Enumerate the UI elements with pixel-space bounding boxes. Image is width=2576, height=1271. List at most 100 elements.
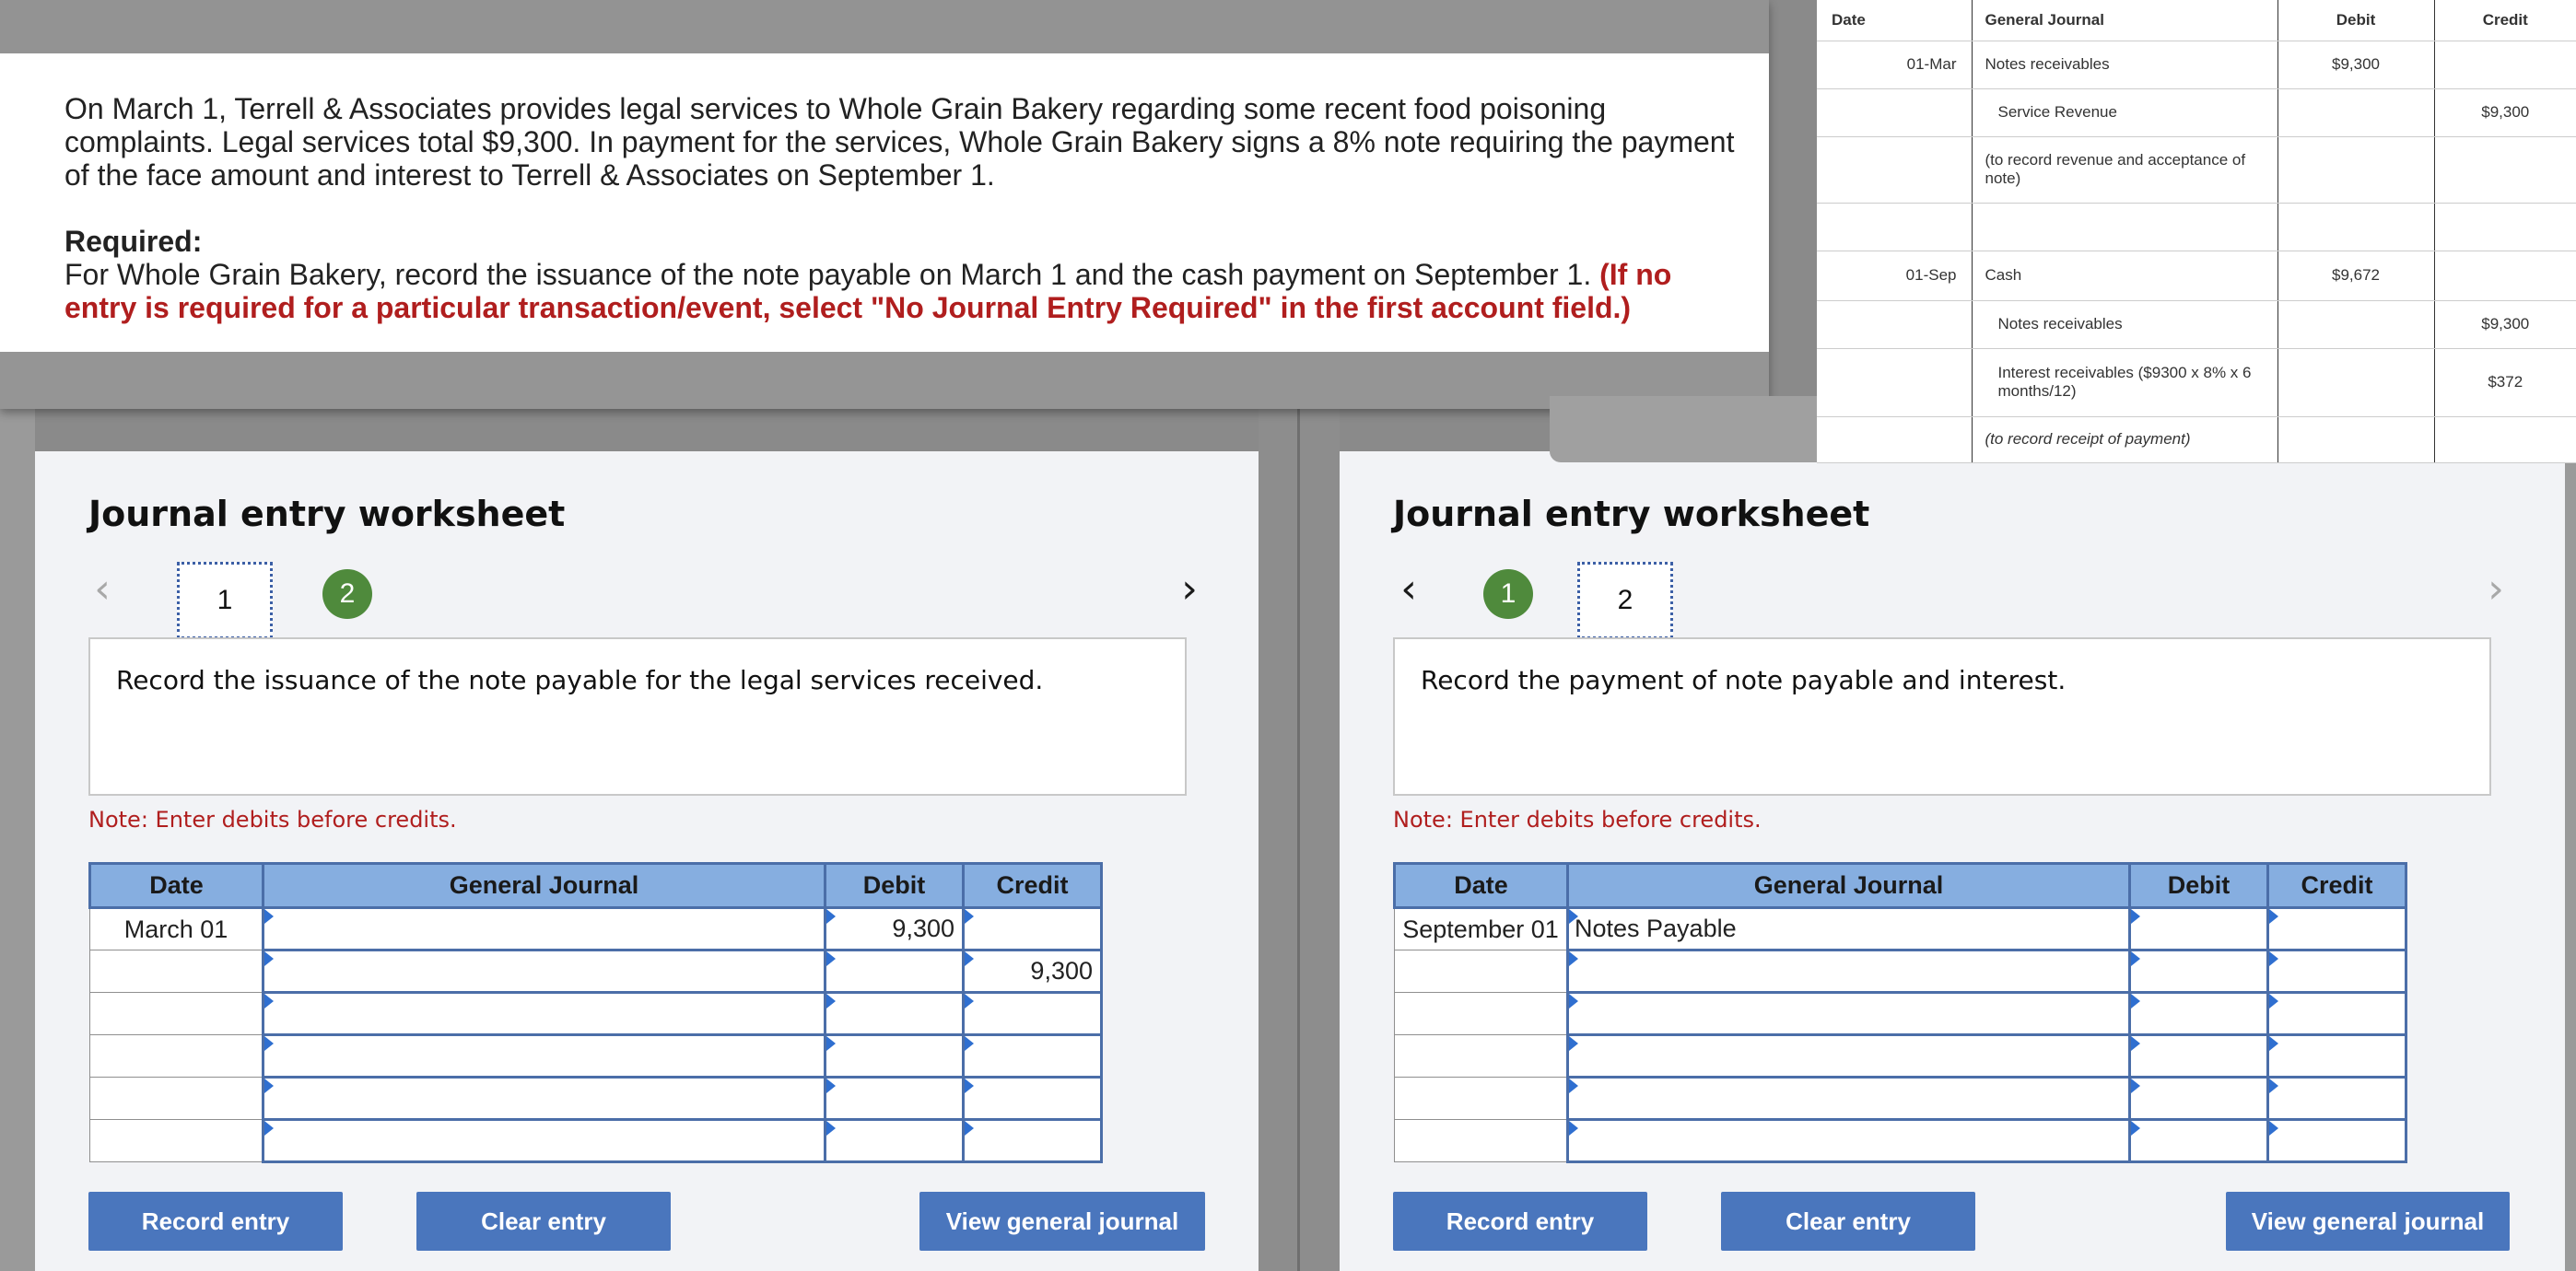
credit-input[interactable] <box>2266 906 2407 951</box>
gj-debit <box>2277 416 2435 463</box>
credit-input[interactable] <box>962 1118 1103 1163</box>
date-cell[interactable] <box>1394 1034 1568 1078</box>
date-cell[interactable] <box>89 1119 263 1162</box>
panel-divider <box>1297 405 1300 1271</box>
credit-input[interactable] <box>2266 949 2407 994</box>
gj-row: Notes receivables $9,300 <box>1817 300 2576 349</box>
date-cell[interactable] <box>89 950 263 993</box>
column-header-debit: Debit <box>2128 862 2269 909</box>
credit-input[interactable] <box>2266 1033 2407 1079</box>
gj-credit: $9,300 <box>2434 88 2576 137</box>
chevron-left-icon[interactable]: ‹ <box>87 562 118 617</box>
debit-input[interactable] <box>824 1033 965 1079</box>
gj-debit: $9,300 <box>2277 41 2435 89</box>
table-row <box>1394 1076 2407 1121</box>
debit-input[interactable] <box>2128 1033 2269 1079</box>
date-cell[interactable] <box>89 1034 263 1078</box>
date-cell[interactable] <box>1394 992 1568 1035</box>
credit-input[interactable] <box>962 1076 1103 1121</box>
gj-header-credit: Credit <box>2434 0 2576 41</box>
debit-input[interactable] <box>2128 991 2269 1036</box>
journal-entry-table: Date General Journal Debit Credit Septem… <box>1393 862 2407 1163</box>
clear-entry-button[interactable]: Clear entry <box>416 1192 671 1251</box>
gj-date <box>1817 88 1973 137</box>
chevron-right-icon[interactable]: › <box>2480 562 2512 617</box>
gj-row: (to record receipt of payment) <box>1817 416 2576 463</box>
account-select[interactable] <box>262 949 826 994</box>
table-row <box>1394 991 2407 1036</box>
account-select[interactable] <box>1566 1033 2131 1079</box>
problem-body: On March 1, Terrell & Associates provide… <box>64 92 1751 324</box>
background-strip <box>2565 405 2576 1271</box>
date-cell[interactable]: September 01 <box>1394 907 1568 950</box>
view-general-journal-button[interactable]: View general journal <box>2226 1192 2510 1251</box>
record-entry-button[interactable]: Record entry <box>88 1192 343 1251</box>
credit-input[interactable] <box>2266 1076 2407 1121</box>
debit-input[interactable] <box>824 991 965 1036</box>
account-select[interactable] <box>1566 1118 2131 1163</box>
debit-input[interactable] <box>2128 1076 2269 1121</box>
account-select[interactable] <box>262 1076 826 1121</box>
account-select[interactable] <box>1566 1076 2131 1121</box>
clear-entry-button[interactable]: Clear entry <box>1721 1192 1975 1251</box>
date-cell[interactable] <box>89 992 263 1035</box>
date-cell[interactable] <box>89 1077 263 1120</box>
gj-credit <box>2434 203 2576 251</box>
column-header-credit: Credit <box>2266 862 2407 909</box>
chevron-right-icon[interactable]: › <box>1174 562 1205 617</box>
account-select[interactable] <box>262 906 826 951</box>
debit-input[interactable] <box>2128 1118 2269 1163</box>
problem-paragraph: On March 1, Terrell & Associates provide… <box>64 92 1735 192</box>
account-select[interactable] <box>1566 949 2131 994</box>
debit-input[interactable]: 9,300 <box>824 906 965 951</box>
credit-input[interactable] <box>2266 991 2407 1036</box>
account-select[interactable] <box>262 1033 826 1079</box>
record-entry-button[interactable]: Record entry <box>1393 1192 1647 1251</box>
account-select[interactable] <box>1566 991 2131 1036</box>
worksheet-title: Journal entry worksheet <box>1393 494 1870 534</box>
credit-input[interactable] <box>962 1033 1103 1079</box>
date-cell[interactable]: March 01 <box>89 907 263 950</box>
debit-input[interactable] <box>824 949 965 994</box>
debit-input[interactable] <box>824 1076 965 1121</box>
column-header-credit: Credit <box>962 862 1103 909</box>
date-cell[interactable] <box>1394 950 1568 993</box>
debit-input[interactable] <box>824 1118 965 1163</box>
date-cell[interactable] <box>1394 1119 1568 1162</box>
account-select[interactable] <box>262 1118 826 1163</box>
gj-row <box>1817 203 2576 251</box>
account-select[interactable]: Notes Payable <box>1566 906 2131 951</box>
credit-input[interactable] <box>2266 1118 2407 1163</box>
gj-account: Notes receivables <box>1972 41 2278 89</box>
gj-account: Notes receivables <box>1972 300 2278 349</box>
step-tab-2[interactable]: 2 <box>322 569 372 619</box>
gj-credit: $372 <box>2434 348 2576 417</box>
gj-credit <box>2434 416 2576 463</box>
view-general-journal-button[interactable]: View general journal <box>919 1192 1205 1251</box>
popup-shadow <box>1550 396 1817 462</box>
debit-input[interactable] <box>2128 906 2269 951</box>
table-row: March 01 9,300 <box>89 906 1103 951</box>
credit-input[interactable] <box>962 906 1103 951</box>
step-tab-1[interactable]: 1 <box>1483 569 1533 619</box>
instruction-box: Record the payment of note payable and i… <box>1393 637 2491 796</box>
chevron-left-icon[interactable]: ‹ <box>1393 562 1424 617</box>
gj-date <box>1817 136 1973 204</box>
debit-input[interactable] <box>2128 949 2269 994</box>
gj-account: (to record revenue and acceptance of not… <box>1972 136 2278 204</box>
table-row <box>1394 1033 2407 1079</box>
gj-date: 01-Mar <box>1817 41 1973 89</box>
account-select[interactable] <box>262 991 826 1036</box>
credit-input[interactable]: 9,300 <box>962 949 1103 994</box>
step-tab-2[interactable]: 2 <box>1577 562 1673 639</box>
gj-debit <box>2277 136 2435 204</box>
step-tab-1[interactable]: 1 <box>177 562 273 639</box>
gj-row: Interest receivables ($9300 x 8% x 6 mon… <box>1817 348 2576 417</box>
gj-debit <box>2277 348 2435 417</box>
note-text: Note: Enter debits before credits. <box>88 807 457 833</box>
gj-debit: $9,672 <box>2277 251 2435 301</box>
date-cell[interactable] <box>1394 1077 1568 1120</box>
gj-account <box>1972 203 2278 251</box>
table-row <box>89 1118 1103 1163</box>
credit-input[interactable] <box>962 991 1103 1036</box>
